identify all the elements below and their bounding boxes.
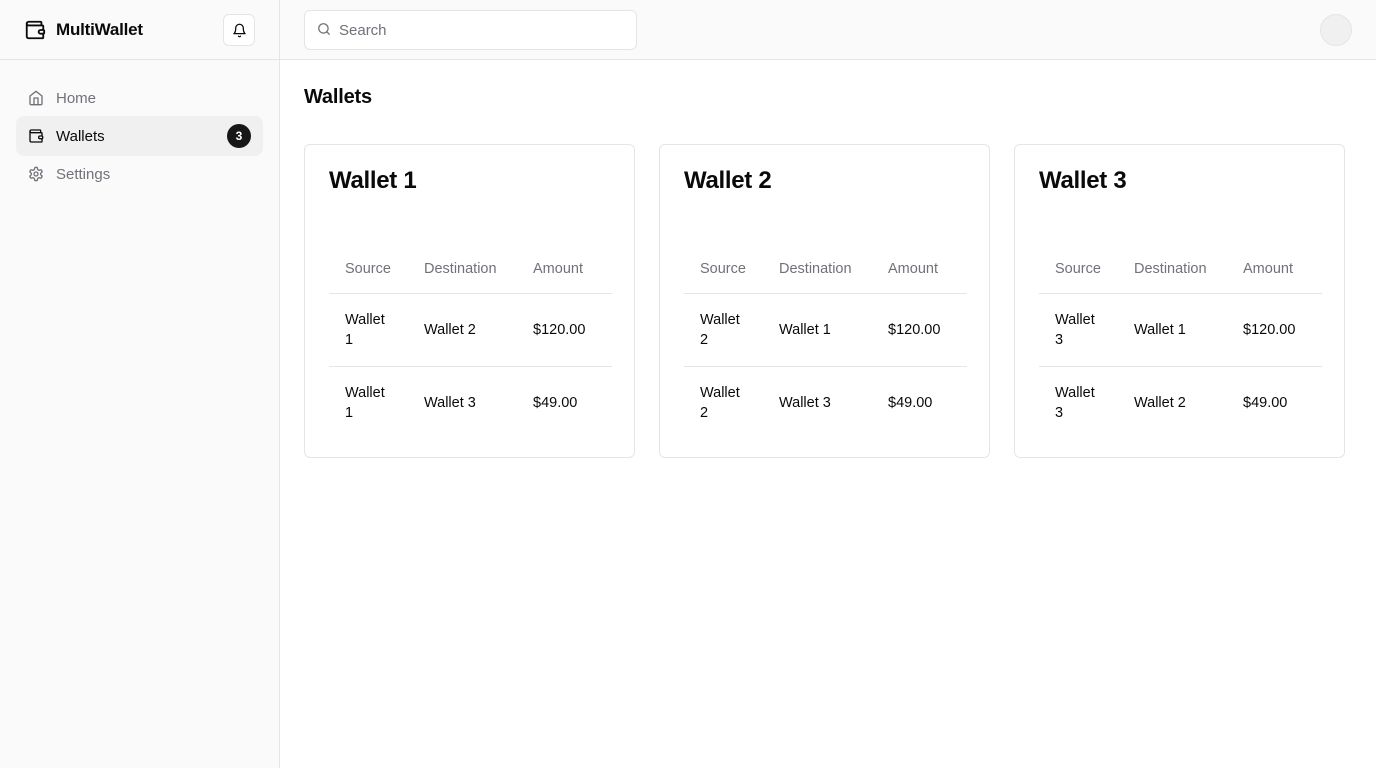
brand-bar: MultiWallet — [0, 0, 279, 60]
main-content: Wallets Wallet 1 Source Destination Amou… — [304, 60, 1352, 458]
wallet-card: Wallet 2 Source Destination Amount Walle… — [659, 144, 990, 458]
source-cell: Wallet 3 — [1039, 294, 1134, 367]
sidebar-item-settings[interactable]: Settings — [16, 154, 263, 194]
sidebar-item-home[interactable]: Home — [16, 78, 263, 118]
column-header-amount: Amount — [888, 245, 967, 294]
wallet-cards: Wallet 1 Source Destination Amount Walle… — [304, 144, 1345, 458]
source-cell: Wallet 3 — [1039, 366, 1134, 439]
source-cell: Wallet 1 — [329, 294, 424, 367]
amount-cell: $120.00 — [888, 322, 941, 338]
column-header-source: Source — [684, 245, 779, 294]
app-name: MultiWallet — [56, 19, 143, 39]
transactions-table: Source Destination Amount Wallet 2 Walle… — [684, 245, 967, 439]
wallet-icon — [28, 128, 44, 144]
destination-cell: Wallet 2 — [424, 322, 476, 338]
wallet-card-title: Wallet 2 — [684, 167, 772, 194]
wallet-count-badge: 3 — [227, 124, 251, 148]
table-row: Wallet 1 Wallet 3 $49.00 — [329, 366, 612, 439]
wallet-card-title: Wallet 3 — [1039, 167, 1127, 194]
column-header-destination: Destination — [424, 245, 533, 294]
table-row: Wallet 2 Wallet 3 $49.00 — [684, 366, 967, 439]
table-row: Wallet 1 Wallet 2 $120.00 — [329, 294, 612, 367]
table-row: Wallet 2 Wallet 1 $120.00 — [684, 294, 967, 367]
source-cell: Wallet 2 — [684, 366, 779, 439]
wallet-logo-icon — [24, 19, 46, 41]
source-value: Wallet 1 — [345, 312, 385, 348]
sidebar-item-wallets[interactable]: Wallets 3 — [16, 116, 263, 156]
source-value: Wallet 3 — [1055, 385, 1095, 421]
sidebar-nav: Home Wallets 3 Settings — [0, 60, 279, 194]
wallet-card: Wallet 3 Source Destination Amount Walle… — [1014, 144, 1345, 458]
page-title: Wallets — [304, 86, 372, 108]
destination-cell: Wallet 1 — [779, 322, 831, 338]
column-header-source: Source — [1039, 245, 1134, 294]
amount-cell: $49.00 — [533, 366, 612, 439]
column-header-source: Source — [329, 245, 424, 294]
amount-cell: $120.00 — [1243, 322, 1296, 338]
bell-icon — [232, 23, 247, 38]
column-header-destination: Destination — [1134, 245, 1243, 294]
search-input[interactable] — [337, 20, 631, 40]
table-row: Wallet 3 Wallet 1 $120.00 — [1039, 294, 1322, 367]
column-header-amount: Amount — [1243, 245, 1322, 294]
table-header-row: Source Destination Amount — [684, 245, 967, 294]
sidebar: MultiWallet Home Wallets 3 Settings — [0, 0, 280, 768]
column-header-amount: Amount — [533, 245, 612, 294]
amount-cell: $49.00 — [1243, 366, 1322, 439]
gear-icon — [28, 166, 44, 182]
wallet-card-title: Wallet 1 — [329, 167, 417, 194]
topbar — [280, 0, 1376, 60]
table-header-row: Source Destination Amount — [329, 245, 612, 294]
destination-cell: Wallet 1 — [1134, 322, 1186, 338]
transactions-table: Source Destination Amount Wallet 3 Walle… — [1039, 245, 1322, 439]
source-cell: Wallet 2 — [684, 294, 779, 367]
table-header-row: Source Destination Amount — [1039, 245, 1322, 294]
source-value: Wallet 3 — [1055, 312, 1095, 348]
amount-cell: $120.00 — [533, 322, 586, 338]
transactions-table: Source Destination Amount Wallet 1 Walle… — [329, 245, 612, 439]
search-icon — [317, 22, 331, 36]
source-value: Wallet 2 — [700, 385, 740, 421]
destination-cell: Wallet 3 — [424, 366, 533, 439]
destination-cell: Wallet 3 — [779, 366, 888, 439]
user-avatar[interactable] — [1320, 14, 1352, 46]
sidebar-item-label: Wallets — [56, 127, 105, 145]
destination-cell: Wallet 2 — [1134, 366, 1243, 439]
source-value: Wallet 2 — [700, 312, 740, 348]
amount-cell: $49.00 — [888, 366, 967, 439]
wallet-card: Wallet 1 Source Destination Amount Walle… — [304, 144, 635, 458]
table-row: Wallet 3 Wallet 2 $49.00 — [1039, 366, 1322, 439]
home-icon — [28, 90, 44, 106]
column-header-destination: Destination — [779, 245, 888, 294]
notifications-button[interactable] — [223, 14, 255, 46]
sidebar-item-label: Home — [56, 89, 97, 107]
search-box[interactable] — [304, 10, 637, 50]
source-cell: Wallet 1 — [329, 366, 424, 439]
source-value: Wallet 1 — [345, 385, 385, 421]
sidebar-item-label: Settings — [56, 165, 111, 183]
